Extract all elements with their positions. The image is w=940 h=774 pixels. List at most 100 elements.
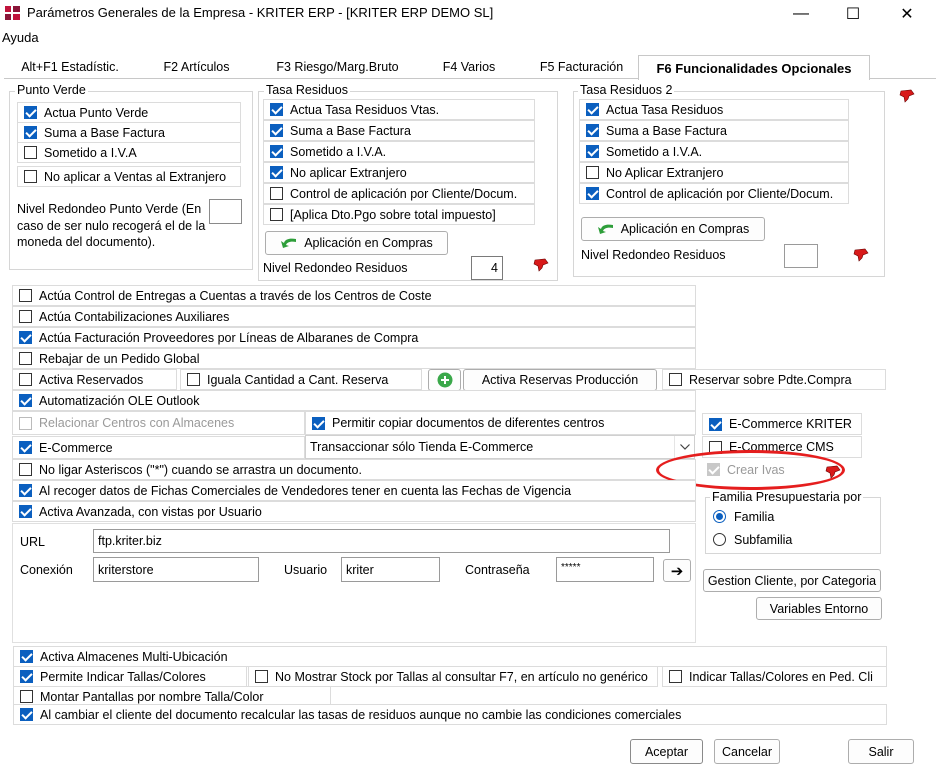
nivel-punto-verde-input[interactable] bbox=[209, 199, 242, 224]
help-icon[interactable] bbox=[899, 89, 915, 103]
checkbox-icon bbox=[24, 170, 37, 183]
password-input[interactable]: ***** bbox=[556, 557, 654, 582]
sometido-iva-tr-checkbox[interactable]: Sometido a I.V.A. bbox=[263, 141, 535, 162]
connect-arrow-button[interactable]: ➔ bbox=[663, 559, 691, 582]
almacenes-multi-checkbox[interactable]: Activa Almacenes Multi-Ubicación bbox=[13, 646, 887, 667]
no-mostrar-stock-checkbox[interactable]: No Mostrar Stock por Tallas al consultar… bbox=[248, 666, 658, 687]
crear-ivas-checkbox[interactable]: Crear Ivas bbox=[700, 459, 810, 480]
button-label: Variables Entorno bbox=[769, 601, 869, 616]
checkbox-icon bbox=[19, 463, 32, 476]
checkbox-icon bbox=[24, 126, 37, 139]
recalcular-tasas-checkbox[interactable]: Al cambiar el cliente del documento reca… bbox=[13, 704, 887, 725]
indicar-tallas-ped-checkbox[interactable]: Indicar Tallas/Colores en Ped. Cli bbox=[662, 666, 887, 687]
checkbox-label: Iguala Cantidad a Cant. Reserva bbox=[207, 372, 389, 387]
aceptar-button[interactable]: Aceptar bbox=[630, 739, 703, 764]
activa-reservados-checkbox[interactable]: Activa Reservados bbox=[12, 369, 177, 390]
suma-base-factura-tr-checkbox[interactable]: Suma a Base Factura bbox=[263, 120, 535, 141]
checkbox-label: Activa Almacenes Multi-Ubicación bbox=[40, 649, 228, 664]
facturacion-proveedores-checkbox[interactable]: Actúa Facturación Proveedores por Líneas… bbox=[12, 327, 696, 348]
no-aplicar-extranjero-tr2-checkbox[interactable]: No Aplicar Extranjero bbox=[579, 162, 849, 183]
tab-funcionalidades[interactable]: F6 Funcionalidades Opcionales bbox=[638, 55, 870, 80]
actua-tasa-residuos-checkbox[interactable]: Actua Tasa Residuos bbox=[579, 99, 849, 120]
suma-base-factura-pv-checkbox[interactable]: Suma a Base Factura bbox=[17, 122, 241, 143]
help-icon[interactable] bbox=[853, 248, 869, 262]
ole-outlook-checkbox[interactable]: Automatización OLE Outlook bbox=[12, 390, 696, 411]
conexion-label: Conexión bbox=[20, 563, 73, 577]
menu-help[interactable]: Ayuda bbox=[2, 30, 39, 45]
reservar-pdte-checkbox[interactable]: Reservar sobre Pdte.Compra bbox=[662, 369, 886, 390]
help-icon[interactable] bbox=[533, 258, 549, 272]
no-ligar-asteriscos-checkbox[interactable]: No ligar Asteriscos ("*") cuando se arra… bbox=[12, 459, 696, 480]
checkbox-icon bbox=[20, 650, 33, 663]
subfamilia-radio[interactable]: Subfamilia bbox=[708, 529, 858, 550]
sometido-iva-pv-checkbox[interactable]: Sometido a I.V.A bbox=[17, 142, 241, 163]
tab-articulos[interactable]: F2 Artículos bbox=[144, 57, 249, 79]
gestion-cliente-button[interactable]: Gestion Cliente, por Categoria bbox=[703, 569, 881, 592]
checkbox-icon bbox=[19, 416, 32, 430]
checkbox-icon bbox=[586, 166, 599, 179]
cancelar-button[interactable]: Cancelar bbox=[714, 739, 780, 764]
checkbox-label: Al cambiar el cliente del documento reca… bbox=[40, 707, 682, 722]
contabilizaciones-checkbox[interactable]: Actúa Contabilizaciones Auxiliares bbox=[12, 306, 696, 327]
tab-facturacion[interactable]: F5 Facturación bbox=[524, 57, 639, 79]
window-title: Parámetros Generales de la Empresa - KRI… bbox=[27, 5, 494, 20]
tab-varios[interactable]: F4 Varios bbox=[424, 57, 514, 79]
url-input[interactable]: ftp.kriter.biz bbox=[93, 529, 670, 553]
actua-punto-verde-checkbox[interactable]: Actua Punto Verde bbox=[17, 102, 241, 123]
no-aplicar-extranjero-pv-checkbox[interactable]: No aplicar a Ventas al Extranjero bbox=[17, 166, 241, 187]
nivel-residuos-tr2-input[interactable] bbox=[784, 244, 818, 268]
close-button[interactable]: ✕ bbox=[884, 0, 930, 28]
checkbox-label: Relacionar Centros con Almacenes bbox=[39, 416, 235, 430]
tasa-residuos-title: Tasa Residuos bbox=[264, 83, 350, 97]
aplicacion-compras-tr-button[interactable]: Aplicación en Compras bbox=[265, 231, 448, 255]
help-icon[interactable] bbox=[825, 465, 841, 479]
maximize-icon: ☐ bbox=[845, 6, 861, 23]
nivel-residuos-tr-input[interactable]: 4 bbox=[471, 256, 503, 280]
actua-tasa-residuos-vtas-checkbox[interactable]: Actua Tasa Residuos Vtas. bbox=[263, 99, 535, 120]
checkbox-label: Activa Avanzada, con vistas por Usuario bbox=[39, 504, 262, 519]
checkbox-label: No Mostrar Stock por Tallas al consultar… bbox=[275, 669, 648, 684]
checkbox-label: Sometido a I.V.A. bbox=[606, 144, 703, 159]
usuario-input[interactable]: kriter bbox=[341, 557, 440, 582]
ecommerce-checkbox[interactable]: E-Commerce bbox=[12, 436, 305, 459]
checkbox-icon bbox=[24, 146, 37, 159]
minimize-button[interactable]: — bbox=[778, 0, 824, 28]
tab-strip: Alt+F1 Estadístic. F2 Artículos F3 Riesg… bbox=[4, 55, 936, 80]
control-aplicacion-tr2-checkbox[interactable]: Control de aplicación por Cliente/Docum. bbox=[579, 183, 849, 204]
permitir-copiar-checkbox[interactable]: Permitir copiar documentos de diferentes… bbox=[305, 411, 696, 435]
ecommerce-kriter-checkbox[interactable]: E-Commerce KRITER bbox=[702, 413, 862, 435]
no-aplicar-extranjero-tr-checkbox[interactable]: No aplicar Extranjero bbox=[263, 162, 535, 183]
activa-reservas-produccion-button[interactable]: Activa Reservas Producción bbox=[463, 369, 657, 391]
variables-entorno-button[interactable]: Variables Entorno bbox=[756, 597, 882, 620]
relacionar-centros-checkbox[interactable]: Relacionar Centros con Almacenes bbox=[12, 411, 305, 435]
tallas-colores-checkbox[interactable]: Permite Indicar Tallas/Colores bbox=[13, 666, 247, 687]
tab-estadistic[interactable]: Alt+F1 Estadístic. bbox=[10, 57, 130, 79]
control-entregas-checkbox[interactable]: Actúa Control de Entregas a Cuentas a tr… bbox=[12, 285, 696, 306]
tab-riesgo[interactable]: F3 Riesgo/Marg.Bruto bbox=[270, 57, 405, 79]
add-reserva-button[interactable] bbox=[428, 369, 461, 391]
familia-title: Familia Presupuestaria por bbox=[710, 490, 864, 504]
iguala-cantidad-checkbox[interactable]: Iguala Cantidad a Cant. Reserva bbox=[180, 369, 422, 390]
transaccionar-select[interactable]: Transaccionar sólo Tienda E-Commerce bbox=[305, 435, 695, 459]
maximize-button[interactable]: ☐ bbox=[830, 0, 876, 28]
activa-avanzada-checkbox[interactable]: Activa Avanzada, con vistas por Usuario bbox=[12, 501, 696, 522]
salir-button[interactable]: Salir bbox=[848, 739, 914, 764]
conexion-input[interactable]: kriterstore bbox=[93, 557, 259, 582]
checkbox-icon bbox=[270, 166, 283, 179]
checkbox-label: E-Commerce bbox=[39, 440, 113, 455]
green-arrow-icon bbox=[597, 224, 613, 234]
aplicacion-compras-tr2-button[interactable]: Aplicación en Compras bbox=[581, 217, 765, 241]
sometido-iva-tr2-checkbox[interactable]: Sometido a I.V.A. bbox=[579, 141, 849, 162]
fichas-comerciales-checkbox[interactable]: Al recoger datos de Fichas Comerciales d… bbox=[12, 480, 696, 501]
tasa-residuos2-title: Tasa Residuos 2 bbox=[578, 83, 675, 97]
suma-base-factura-tr2-checkbox[interactable]: Suma a Base Factura bbox=[579, 120, 849, 141]
checkbox-icon bbox=[586, 187, 599, 200]
ecommerce-cms-checkbox[interactable]: E-Commerce CMS bbox=[702, 436, 862, 458]
checkbox-label: Actua Tasa Residuos Vtas. bbox=[290, 102, 440, 117]
chevron-down-icon[interactable] bbox=[674, 436, 694, 458]
rebajar-pedido-checkbox[interactable]: Rebajar de un Pedido Global bbox=[12, 348, 696, 369]
checkbox-icon bbox=[19, 373, 32, 386]
familia-radio[interactable]: Familia bbox=[708, 506, 858, 527]
aplica-dto-pgo-checkbox[interactable]: [Aplica Dto.Pgo sobre total impuesto] bbox=[263, 204, 535, 225]
control-aplicacion-tr-checkbox[interactable]: Control de aplicación por Cliente/Docum. bbox=[263, 183, 535, 204]
